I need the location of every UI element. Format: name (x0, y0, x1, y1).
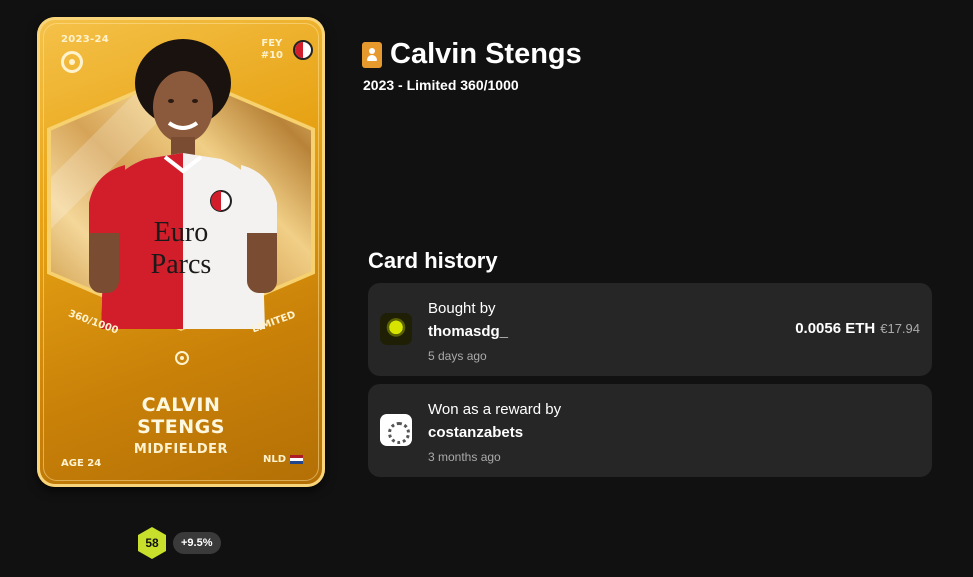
avatar[interactable] (380, 414, 412, 446)
history-timestamp: 5 days ago (428, 349, 487, 363)
history-action-label: Bought by (428, 300, 496, 317)
card-history-heading: Card history (368, 248, 498, 273)
netherlands-flag-icon (290, 455, 303, 464)
price-eur: €17.94 (880, 321, 920, 336)
price-eth: 0.0056 ETH (795, 320, 876, 337)
header: Calvin Stengs (362, 38, 582, 71)
history-item[interactable]: Bought by thomasdg_ 5 days ago 0.0056 ET… (368, 283, 932, 376)
sponsor-text-line2: Parcs (151, 249, 212, 280)
card-player-first-name: CALVIN (141, 394, 221, 416)
score-trend-badge: +9.5% (173, 532, 221, 554)
card-player-last-name: STENGS (137, 416, 225, 438)
score-badge[interactable]: 58 (138, 527, 166, 559)
page-subtitle: 2023 - Limited 360/1000 (363, 77, 519, 93)
page-title: Calvin Stengs (390, 38, 582, 70)
history-user-link[interactable]: thomasdg_ (428, 323, 508, 340)
card-player-age: AGE 24 (61, 458, 102, 469)
history-price: 0.0056 ETH €17.94 (795, 320, 920, 337)
history-action-label: Won as a reward by (428, 401, 562, 418)
history-timestamp: 3 months ago (428, 450, 501, 464)
history-user-link[interactable]: costanzabets (428, 424, 523, 441)
player-photo: Euro Parcs (89, 39, 277, 329)
sponsor-text-line1: Euro (154, 217, 208, 248)
card-center-emblem-icon (175, 351, 189, 365)
player-card-icon (362, 41, 382, 68)
card-nationality: NLD (263, 454, 303, 465)
player-card[interactable]: 2023-24 FEY #10 Euro Parcs 360/1000 LIMI… (37, 17, 325, 487)
club-crest-icon (293, 40, 313, 60)
history-item[interactable]: Won as a reward by costanzabets 3 months… (368, 384, 932, 477)
avatar[interactable] (380, 313, 412, 345)
nationality-code: NLD (262, 454, 286, 465)
league-logo-icon (61, 51, 83, 73)
